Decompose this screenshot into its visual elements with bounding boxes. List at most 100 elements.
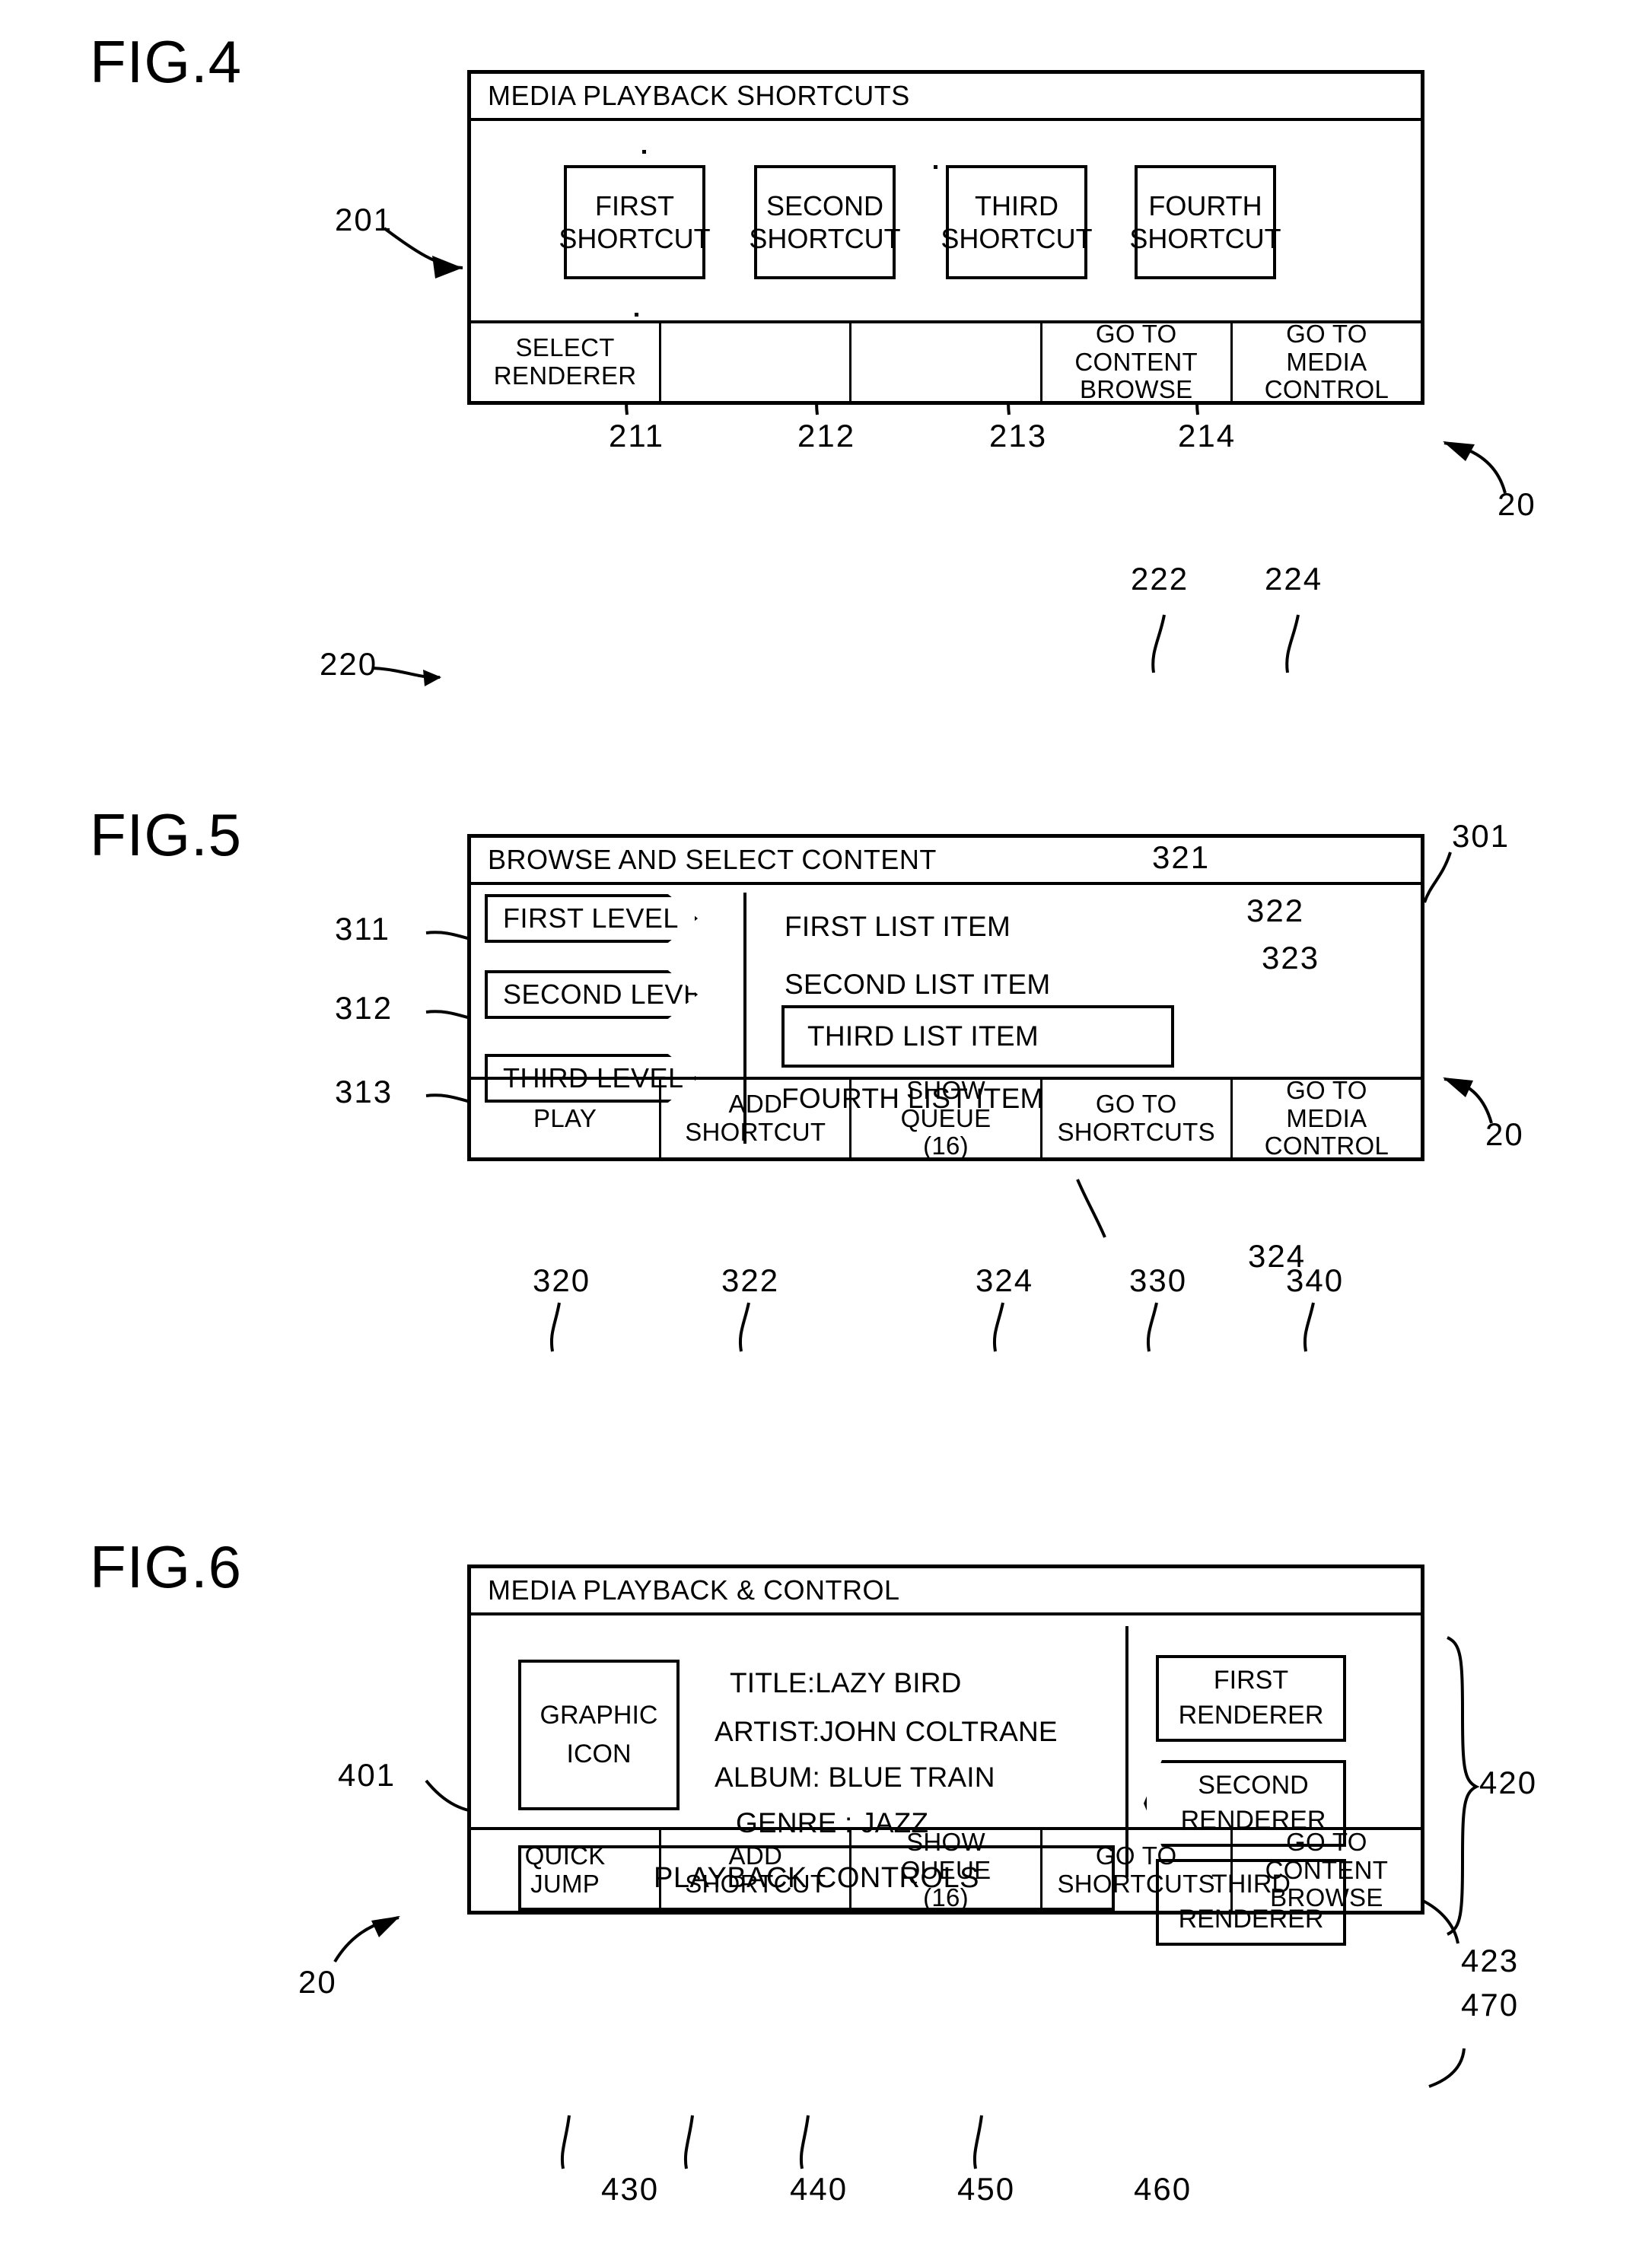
toolbar-button-empty-2[interactable] — [851, 323, 1042, 401]
toolbar-label-line2: RENDERER — [493, 361, 637, 390]
renderer-label-line2: RENDERER — [1178, 1701, 1324, 1730]
ref-222: 222 — [1131, 561, 1189, 597]
ref-430: 430 — [601, 2171, 660, 2207]
ref-460: 460 — [1134, 2171, 1192, 2207]
toolbar-label-line2: SHORTCUT — [685, 1118, 826, 1146]
shortcut-label-line2: SHORTCUT — [941, 223, 1093, 254]
metadata-artist: ARTIST:JOHN COLTRANE — [715, 1716, 1058, 1747]
renderer-button-third[interactable]: THIRD RENDERER — [1156, 1859, 1346, 1946]
shortcut-label-line2: SHORTCUT — [1129, 223, 1281, 254]
shortcut-label-line1: SECOND — [766, 189, 884, 221]
metadata-genre: GENRE : JAZZ — [736, 1807, 929, 1838]
toolbar-label-line3: BROWSE — [1079, 375, 1193, 404]
figure-caption-4: FIG.4 — [90, 28, 243, 95]
ref-440: 440 — [790, 2171, 848, 2207]
ref-20-fig6: 20 — [298, 1964, 337, 2000]
playback-controls-label: PLAYBACK CONTROLS — [653, 1861, 980, 1894]
screen-title-shortcuts: MEDIA PLAYBACK SHORTCUTS — [471, 74, 1421, 121]
toolbar-label-line3: CONTROL — [1264, 375, 1389, 404]
shortcut-label-line2: SHORTCUT — [559, 223, 711, 254]
ref-212: 212 — [797, 418, 856, 454]
shortcut-label-line1: FIRST — [595, 189, 674, 221]
renderer-button-first[interactable]: FIRST RENDERER — [1156, 1655, 1346, 1742]
shortcut-tile-fourth[interactable]: FOURTH SHORTCUT — [1129, 165, 1281, 279]
metadata-title: TITLE:LAZY BIRD — [730, 1667, 962, 1698]
toolbar-shortcuts: SELECT RENDERER GO TO CONTENT BROWSE GO … — [471, 319, 1421, 404]
ref-20-fig4: 20 — [1498, 486, 1536, 522]
renderer-label-line2: RENDERER — [1180, 1806, 1326, 1835]
toolbar-label-line2: CONTENT — [1074, 347, 1198, 376]
list-item-third-selected[interactable]: THIRD LIST ITEM — [781, 1005, 1174, 1068]
level-chip-third[interactable]: THIRD LEVEL — [485, 1054, 698, 1103]
ref-423: 423 — [1461, 1943, 1520, 1978]
metadata-album: ALBUM: BLUE TRAIN — [715, 1762, 995, 1793]
graphic-icon-label-line2: ICON — [566, 1740, 632, 1768]
graphic-icon-placeholder: GRAPHIC ICON — [518, 1660, 680, 1810]
figure-caption-6: FIG.6 — [90, 1533, 243, 1600]
renderer-label-line1: FIRST — [1213, 1666, 1289, 1695]
screen-title-browse: BROWSE AND SELECT CONTENT — [471, 838, 1421, 885]
toolbar-label-queue-count: (16) — [923, 1132, 969, 1160]
panel-divider — [743, 893, 746, 1144]
ref-311: 311 — [335, 911, 390, 947]
shortcut-tile-first[interactable]: FIRST SHORTCUT — [559, 165, 711, 279]
ref-301: 301 — [1452, 818, 1510, 854]
toolbar-label-line2: MEDIA — [1286, 347, 1367, 376]
list-item-first[interactable]: FIRST LIST ITEM — [785, 911, 1011, 943]
level-label: SECOND LEVEL — [503, 979, 718, 1010]
toolbar-label-line1: GO TO — [1095, 1090, 1177, 1119]
screen-media-playback-and-control: MEDIA PLAYBACK & CONTROL GRAPHIC ICON TI… — [467, 1564, 1424, 1946]
shortcut-label-line2: SHORTCUT — [749, 223, 901, 254]
ref-312: 312 — [335, 990, 393, 1026]
screen-title-playback-control: MEDIA PLAYBACK & CONTROL — [471, 1568, 1421, 1615]
shortcut-tile-third[interactable]: THIRD SHORTCUT — [941, 165, 1093, 279]
ref-224: 224 — [1265, 561, 1323, 597]
ref-220: 220 — [320, 646, 378, 682]
level-label: FIRST LEVEL — [503, 902, 679, 934]
level-chip-first[interactable]: FIRST LEVEL — [485, 894, 698, 943]
ref-470: 470 — [1461, 1987, 1520, 2023]
list-item-second[interactable]: SECOND LIST ITEM — [785, 969, 1051, 1001]
toolbar-label-line1: GO TO — [1286, 1075, 1367, 1104]
ref-320: 320 — [533, 1262, 591, 1298]
toolbar-label-line3: CONTROL — [1264, 1132, 1389, 1160]
toolbar-label-line1: SELECT — [515, 333, 615, 362]
renderer-button-second[interactable]: SECOND RENDERER — [1144, 1760, 1346, 1847]
ref-321: 321 — [1152, 839, 1211, 875]
ref-401: 401 — [338, 1757, 396, 1793]
ref-211: 211 — [609, 418, 664, 454]
shortcut-tile-second[interactable]: SECOND SHORTCUT — [749, 165, 901, 279]
ref-420: 420 — [1479, 1765, 1538, 1800]
toolbar-button-go-to-shortcuts[interactable]: GO TO SHORTCUTS — [1042, 1080, 1233, 1157]
panel-divider — [1125, 1626, 1128, 1877]
playback-controls-panel[interactable]: PLAYBACK CONTROLS — [518, 1845, 1115, 1911]
toolbar-button-empty-1[interactable] — [661, 323, 852, 401]
ref-340: 340 — [1286, 1262, 1345, 1298]
ref-450: 450 — [957, 2171, 1016, 2207]
dot-artifact — [934, 165, 937, 169]
ref-322-toolbar: 322 — [721, 1262, 780, 1298]
toolbar-label-line1: GO TO — [1095, 319, 1177, 348]
toolbar-button-go-to-media-control[interactable]: GO TO MEDIA CONTROL — [1233, 1075, 1421, 1160]
dot-artifact — [635, 313, 638, 317]
list-item-fourth[interactable]: FOURTH LIST ITEM — [781, 1083, 1044, 1115]
ref-322: 322 — [1246, 893, 1305, 928]
toolbar-button-go-to-media-control[interactable]: GO TO MEDIA CONTROL — [1233, 320, 1421, 404]
screen-body-playback-control: GRAPHIC ICON TITLE:LAZY BIRD ARTIST:JOHN… — [471, 1615, 1421, 1946]
ref-330: 330 — [1129, 1262, 1188, 1298]
ref-324-toolbar: 324 — [976, 1262, 1034, 1298]
screen-body-shortcuts: FIRST SHORTCUT SECOND SHORTCUT THIRD SHO… — [471, 121, 1421, 320]
figure-caption-5: FIG.5 — [90, 801, 243, 868]
level-chip-second[interactable]: SECOND LEVEL — [485, 970, 698, 1019]
screen-media-playback-shortcuts: MEDIA PLAYBACK SHORTCUTS FIRST SHORTCUT … — [467, 70, 1424, 405]
graphic-icon-label-line1: GRAPHIC — [540, 1701, 658, 1730]
renderer-label-line1: THIRD — [1211, 1870, 1291, 1899]
toolbar-button-go-to-content-browse[interactable]: GO TO CONTENT BROWSE — [1042, 319, 1233, 404]
toolbar-label-line2: SHORTCUTS — [1057, 1118, 1215, 1146]
toolbar-button-select-renderer[interactable]: SELECT RENDERER — [471, 323, 662, 401]
shortcut-label-line1: FOURTH — [1148, 189, 1262, 221]
renderer-label-line2: RENDERER — [1178, 1905, 1324, 1934]
dot-artifact — [642, 150, 646, 154]
screen-browse-and-select-content: BROWSE AND SELECT CONTENT FIRST LEVEL SE… — [467, 834, 1424, 1161]
ref-20-fig5: 20 — [1485, 1116, 1524, 1152]
